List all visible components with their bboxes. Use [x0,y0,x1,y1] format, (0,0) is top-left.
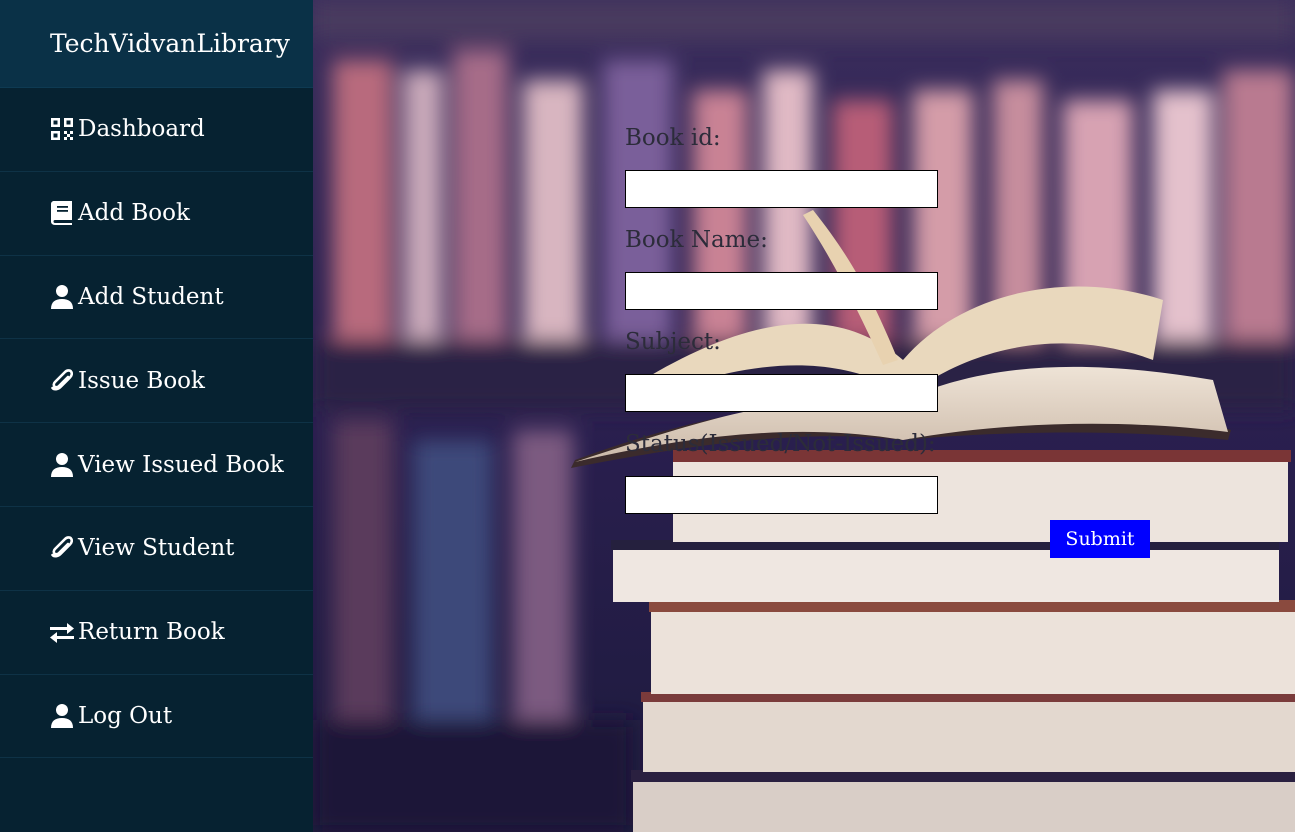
subject-input[interactable] [625,374,938,412]
user-icon [50,452,74,477]
sidebar-item-add-book[interactable]: Add Book [0,172,313,256]
sidebar-item-label: View Issued Book [78,451,284,478]
qrcode-icon [50,117,74,141]
book-name-input[interactable] [625,272,938,310]
sidebar: TechVidvanLibrary Dashboard Add Book Add… [0,0,313,832]
sidebar-item-view-student[interactable]: View Student [0,507,313,591]
sidebar-item-dashboard[interactable]: Dashboard [0,88,313,172]
sidebar-item-view-issued-book[interactable]: View Issued Book [0,423,313,507]
book-id-label: Book id: [625,125,721,151]
book-id-input[interactable] [625,170,938,208]
sidebar-item-log-out[interactable]: Log Out [0,675,313,759]
sidebar-item-label: View Student [78,535,235,562]
sidebar-item-label: Add Student [78,283,224,310]
sidebar-item-label: Dashboard [78,116,205,143]
paperclip-icon [50,368,74,393]
status-input[interactable] [625,476,938,514]
sidebar-item-label: Add Book [78,200,190,227]
sidebar-item-label: Return Book [78,619,225,646]
sidebar-item-issue-book[interactable]: Issue Book [0,339,313,424]
sidebar-item-label: Issue Book [78,367,205,394]
brand-title: TechVidvanLibrary [0,0,313,88]
subject-label: Subject: [625,329,721,355]
paperclip-icon [50,536,74,560]
main-content: Book id: Book Name: Subject: Status(Issu… [313,0,1295,832]
book-name-label: Book Name: [625,227,768,253]
submit-button[interactable]: Submit [1050,520,1150,558]
sidebar-item-return-book[interactable]: Return Book [0,591,313,675]
sidebar-item-add-student[interactable]: Add Student [0,256,313,340]
add-book-form: Book id: Book Name: Subject: Status(Issu… [625,120,1165,528]
sidebar-item-label: Log Out [78,702,173,729]
exchange-icon [50,620,74,644]
user-icon [50,284,74,309]
status-label: Status(Issued/Not-Issued): [625,431,936,457]
book-icon [50,201,74,226]
user-icon [50,703,74,728]
